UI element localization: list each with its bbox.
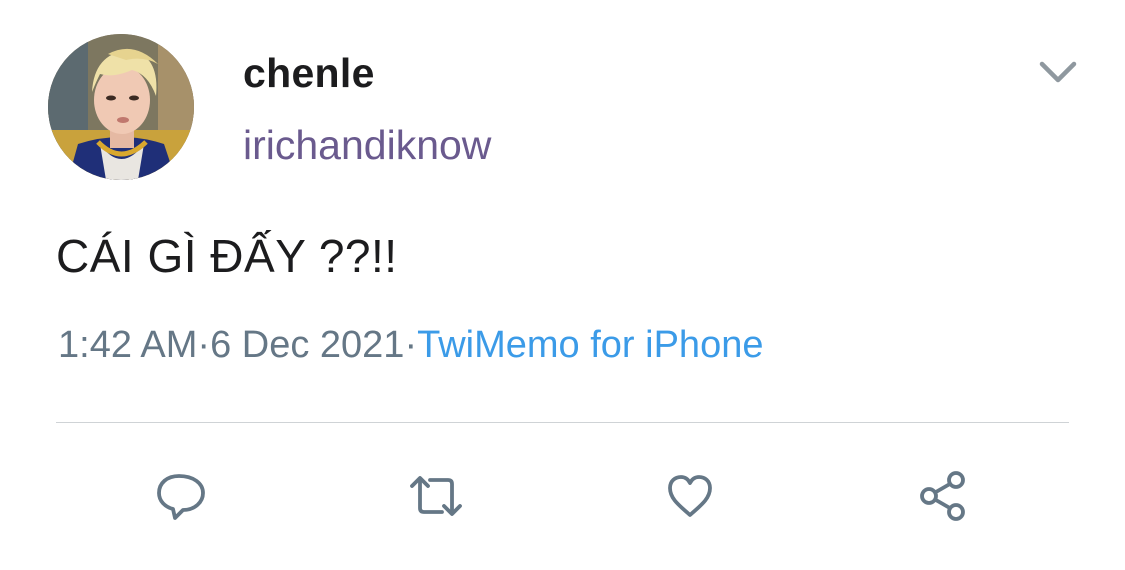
retweet-icon (410, 476, 462, 516)
tweet-card: chenle irichandiknow CÁI GÌ ĐẤY ??!! 1:4… (0, 0, 1125, 570)
meta-separator: · (404, 324, 418, 366)
user-handle[interactable]: irichandiknow (243, 120, 491, 170)
avatar[interactable] (48, 34, 194, 180)
tweet-time: 1:42 AM (58, 324, 198, 366)
like-button[interactable] (660, 466, 720, 526)
tweet-source-link[interactable]: TwiMemo for iPhone (417, 324, 763, 366)
share-button[interactable] (912, 466, 972, 526)
tweet-meta: 1:42 AM·6 Dec 2021·TwiMemo for iPhone (58, 320, 763, 370)
tweet-date: 6 Dec 2021 (210, 324, 405, 366)
retweet-button[interactable] (406, 466, 466, 526)
reply-icon (157, 474, 205, 520)
heart-icon (668, 475, 712, 517)
tweet-text: CÁI GÌ ĐẤY ??!! (56, 230, 398, 282)
meta-separator: · (197, 324, 211, 366)
chevron-down-icon[interactable] (1036, 56, 1080, 92)
divider (56, 422, 1069, 423)
share-icon (920, 471, 965, 521)
reply-button[interactable] (151, 466, 211, 526)
avatar-image (48, 34, 194, 180)
display-name[interactable]: chenle (243, 48, 375, 98)
